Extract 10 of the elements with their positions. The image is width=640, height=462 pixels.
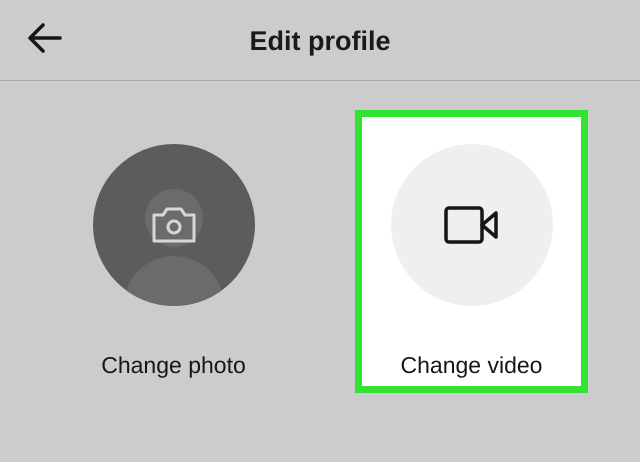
- back-arrow-icon: [28, 23, 62, 53]
- option-label: Change photo: [101, 351, 246, 380]
- profile-media-option[interactable]: Change photo: [57, 110, 290, 393]
- person-silhouette-icon: [124, 189, 224, 306]
- page-title: Edit profile: [250, 24, 390, 58]
- profile-media-option[interactable]: Change video: [355, 110, 588, 393]
- camera-icon: [150, 205, 198, 245]
- back-button[interactable]: [26, 20, 64, 56]
- video-camera-icon: [444, 204, 500, 246]
- option-label: Change video: [400, 351, 542, 380]
